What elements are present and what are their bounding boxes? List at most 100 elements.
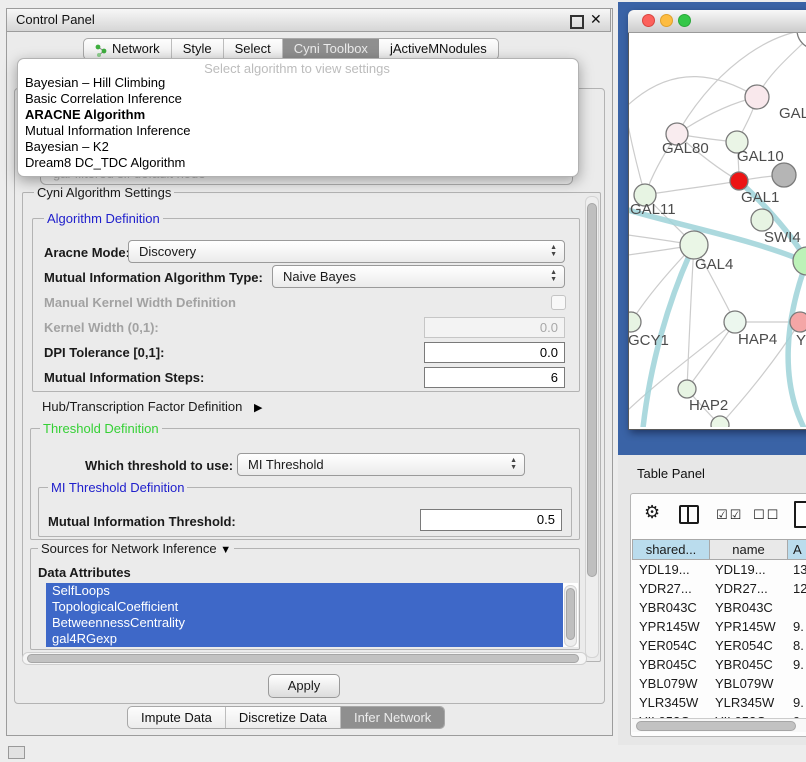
table-horizontal-scrollbar-thumb[interactable]	[636, 721, 796, 731]
table-row[interactable]: YLR345WYLR345W9.	[632, 693, 806, 712]
kernel-width-field[interactable]: 0.0	[424, 317, 565, 338]
algorithm-option-dream8[interactable]: Dream8 DC_TDC Algorithm	[25, 155, 565, 171]
network-edge[interactable]	[631, 245, 694, 322]
list-scrollbar-thumb[interactable]	[566, 588, 575, 640]
algorithm-option-basic-correlation[interactable]: Basic Correlation Inference	[25, 91, 565, 107]
network-node[interactable]	[793, 247, 806, 275]
tab-network[interactable]: Network	[84, 39, 172, 59]
node-label: GAL1	[741, 189, 779, 206]
network-node[interactable]	[629, 312, 641, 332]
columns-icon[interactable]	[679, 505, 699, 524]
settings-horizontal-scrollbar-thumb[interactable]	[27, 654, 579, 663]
table-row[interactable]: YER054CYER054C8.	[632, 636, 806, 655]
network-node[interactable]	[797, 33, 806, 49]
column-header-a[interactable]: A	[788, 539, 806, 560]
table-row[interactable]: YDR27...YDR27...12	[632, 579, 806, 598]
tab-cyni-toolbox[interactable]: Cyni Toolbox	[283, 39, 379, 59]
close-icon[interactable]: ✕	[590, 11, 602, 28]
table-row[interactable]: YPR145WYPR145W9.	[632, 617, 806, 636]
network-edge[interactable]	[629, 77, 757, 105]
network-node[interactable]	[680, 231, 708, 259]
table-cell: YDL19...	[710, 560, 788, 579]
table-cell: YDR27...	[632, 579, 710, 598]
settings-vertical-scrollbar-thumb[interactable]	[587, 203, 597, 577]
panel-collapse-icon[interactable]	[8, 746, 25, 759]
tab-style[interactable]: Style	[172, 39, 224, 59]
control-panel-title: Control Panel	[16, 12, 95, 27]
manual-kernel-width-checkbox[interactable]	[551, 295, 566, 310]
tab-select[interactable]: Select	[224, 39, 283, 59]
network-node[interactable]	[724, 311, 746, 333]
table-panel-title: Table Panel	[637, 466, 705, 481]
list-vertical-scrollbar[interactable]	[564, 585, 577, 647]
select-all-checkboxes-icon[interactable]: ☑☑	[716, 507, 743, 523]
table-row[interactable]: YBR045CYBR045C9.	[632, 655, 806, 674]
apply-button[interactable]: Apply	[268, 674, 340, 698]
network-node[interactable]	[745, 85, 769, 109]
gear-icon[interactable]: ⚙	[644, 502, 660, 523]
algorithm-option-mutual-information[interactable]: Mutual Information Inference	[25, 123, 565, 139]
clear-checkboxes-icon[interactable]: ☐☐	[753, 507, 780, 523]
table-header-row: shared... name A	[632, 539, 806, 560]
table-row[interactable]: YBL079WYBL079W	[632, 674, 806, 693]
list-item-selfloops[interactable]: SelfLoops	[46, 583, 563, 599]
node-label: Y	[796, 332, 806, 349]
algorithm-definition-title: Algorithm Definition	[44, 211, 163, 226]
list-item-betweennesscentrality[interactable]: BetweennessCentrality	[46, 615, 563, 631]
mi-algorithm-type-label: Mutual Information Algorithm Type:	[44, 270, 263, 285]
table-cell: YBR045C	[710, 655, 788, 674]
node-label: HAP4	[738, 331, 777, 348]
network-node[interactable]	[772, 163, 796, 187]
sources-group-title[interactable]: Sources for Network Inference ▼	[38, 541, 234, 556]
algorithm-option-aracne[interactable]: ARACNE Algorithm	[25, 107, 565, 123]
tab-discretize-data[interactable]: Discretize Data	[226, 707, 341, 728]
network-edge[interactable]	[687, 245, 694, 389]
table-row[interactable]: YDL19...YDL19...13	[632, 560, 806, 579]
network-edge[interactable]	[687, 322, 735, 389]
tab-infer-network[interactable]: Infer Network	[341, 707, 444, 728]
which-threshold-combobox[interactable]: MI Threshold ▲▼	[237, 453, 525, 476]
network-node[interactable]	[678, 380, 696, 398]
data-attributes-list: SelfLoops TopologicalCoefficient Between…	[46, 583, 578, 647]
tab-label: Network	[112, 39, 160, 59]
settings-horizontal-scrollbar[interactable]	[22, 652, 587, 665]
column-header-name[interactable]: name	[710, 539, 788, 560]
table-panel-container: ⚙ ☑☑ ☐☐ shared... name A YDL19...YDL19..…	[630, 493, 806, 737]
tab-label: Style	[183, 39, 212, 59]
network-node[interactable]	[790, 312, 806, 332]
expander-right-icon: ▶	[254, 402, 262, 414]
mi-threshold-field[interactable]: 0.5	[420, 509, 562, 531]
window-minimize-icon[interactable]	[660, 14, 673, 27]
list-item-gal4rgexp[interactable]: gal4RGexp	[46, 631, 563, 647]
mi-threshold-label: Mutual Information Threshold:	[48, 514, 236, 529]
document-icon[interactable]	[794, 501, 806, 528]
float-window-icon[interactable]	[570, 15, 584, 29]
network-node[interactable]	[751, 209, 773, 231]
table-row[interactable]: YBR043CYBR043C	[632, 598, 806, 617]
table-cell: YDL19...	[632, 560, 710, 579]
node-label: GAL11	[630, 201, 676, 218]
network-node[interactable]	[730, 172, 748, 190]
network-edge[interactable]	[645, 181, 739, 195]
settings-vertical-scrollbar[interactable]	[585, 196, 599, 658]
tab-label: Cyni Toolbox	[294, 39, 368, 59]
window-close-icon[interactable]	[642, 14, 655, 27]
tab-impute-data[interactable]: Impute Data	[128, 707, 226, 728]
list-item-topologicalcoefficient[interactable]: TopologicalCoefficient	[46, 599, 563, 615]
mi-algorithm-type-combobox[interactable]: Naive Bayes ▲▼	[272, 265, 565, 288]
aracne-mode-combobox[interactable]: Discovery ▲▼	[128, 240, 565, 263]
tab-label: jActiveMNodules	[390, 39, 487, 59]
hub-definition-expander[interactable]: Hub/Transcription Factor Definition ▶	[42, 399, 262, 414]
table-cell	[788, 598, 806, 617]
mi-steps-label: Mutual Information Steps:	[44, 370, 204, 385]
column-header-shared[interactable]: shared...	[632, 539, 710, 560]
table-horizontal-scrollbar[interactable]	[632, 718, 806, 732]
mi-steps-field[interactable]: 6	[424, 367, 565, 388]
table-cell: YER054C	[710, 636, 788, 655]
dpi-tolerance-field[interactable]: 0.0	[424, 342, 565, 363]
algorithm-option-bayesian-hill-climbing[interactable]: Bayesian – Hill Climbing	[25, 75, 565, 91]
algorithm-option-bayesian-k2[interactable]: Bayesian – K2	[25, 139, 565, 155]
network-canvas[interactable]: GALGAL80GAL10GAL1GAL11SWI4GAL4GCY1HAP4YH…	[629, 33, 806, 427]
window-zoom-icon[interactable]	[678, 14, 691, 27]
tab-jactivemnodules[interactable]: jActiveMNodules	[379, 39, 498, 59]
